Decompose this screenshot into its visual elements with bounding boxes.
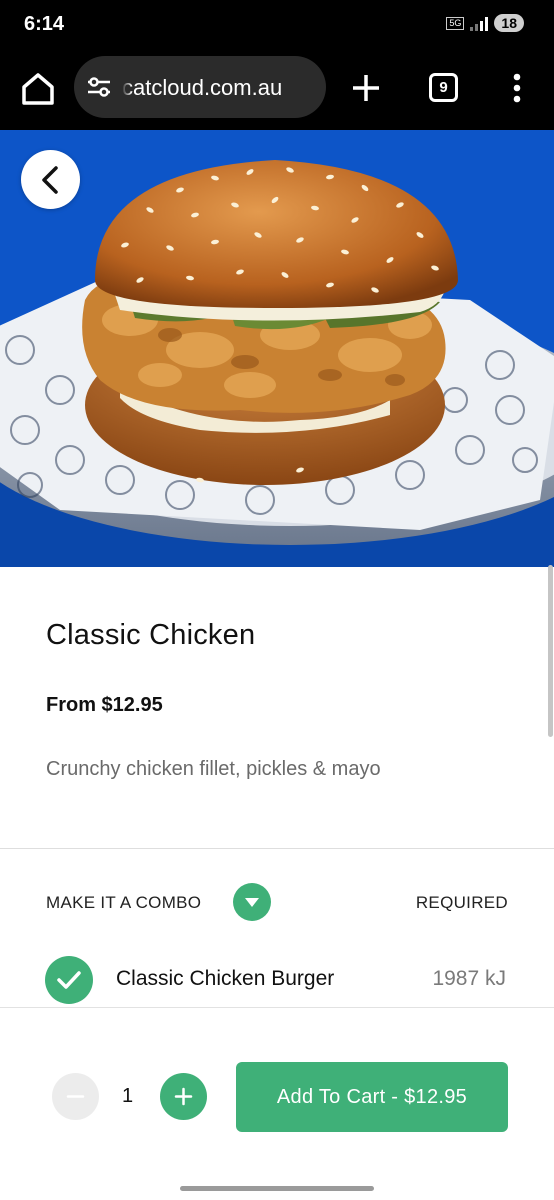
checkmark-icon — [57, 971, 81, 989]
back-button[interactable] — [21, 150, 80, 209]
combo-section-heading: MAKE IT A COMBO — [46, 893, 202, 912]
product-description: Crunchy chicken fillet, pickles & mayo — [46, 758, 381, 780]
signal-icon — [470, 15, 489, 31]
site-settings-icon[interactable] — [86, 75, 112, 99]
required-badge: REQUIRED — [415, 893, 508, 912]
section-divider — [0, 848, 554, 849]
quantity-value: 1 — [122, 1085, 134, 1107]
caret-down-icon — [245, 898, 259, 907]
gesture-home-indicator[interactable] — [180, 1186, 374, 1191]
address-bar[interactable]: catcloud.com.au — [74, 56, 326, 118]
url-text[interactable]: catcloud.com.au — [122, 75, 282, 101]
product-title: Classic Chicken — [46, 619, 256, 651]
combo-option-energy: 1987 kJ — [432, 967, 506, 990]
scrollbar[interactable] — [548, 565, 553, 737]
product-price: From $12.95 — [46, 694, 163, 716]
burger-illustration — [0, 130, 554, 567]
battery-icon: 18 — [494, 14, 524, 32]
network-type-badge: 5G — [446, 16, 465, 30]
status-bar: 6:14 5G 18 — [0, 0, 554, 52]
combo-expand-toggle[interactable] — [233, 883, 271, 921]
browser-toolbar: catcloud.com.au 9 — [0, 52, 554, 130]
chevron-left-icon — [42, 166, 58, 194]
overflow-menu-icon[interactable] — [505, 70, 529, 106]
status-icons: 5G 18 — [446, 14, 524, 32]
product-image — [0, 130, 554, 567]
home-icon[interactable] — [18, 69, 58, 109]
quantity-increase-button[interactable] — [160, 1073, 207, 1120]
tab-switcher-icon[interactable]: 9 — [429, 73, 458, 102]
minus-icon — [66, 1095, 85, 1098]
combo-option-checkbox[interactable] — [45, 956, 93, 1004]
combo-option-name[interactable]: Classic Chicken Burger — [116, 967, 334, 991]
url-fade — [122, 68, 132, 104]
new-tab-plus-icon[interactable] — [348, 70, 384, 106]
quantity-decrease-button[interactable] — [52, 1073, 99, 1120]
plus-icon — [174, 1087, 193, 1106]
status-time: 6:14 — [24, 13, 65, 35]
add-to-cart-button[interactable]: Add To Cart - $12.95 — [236, 1062, 508, 1132]
cart-action-bar: 1 Add To Cart - $12.95 — [0, 1007, 554, 1200]
